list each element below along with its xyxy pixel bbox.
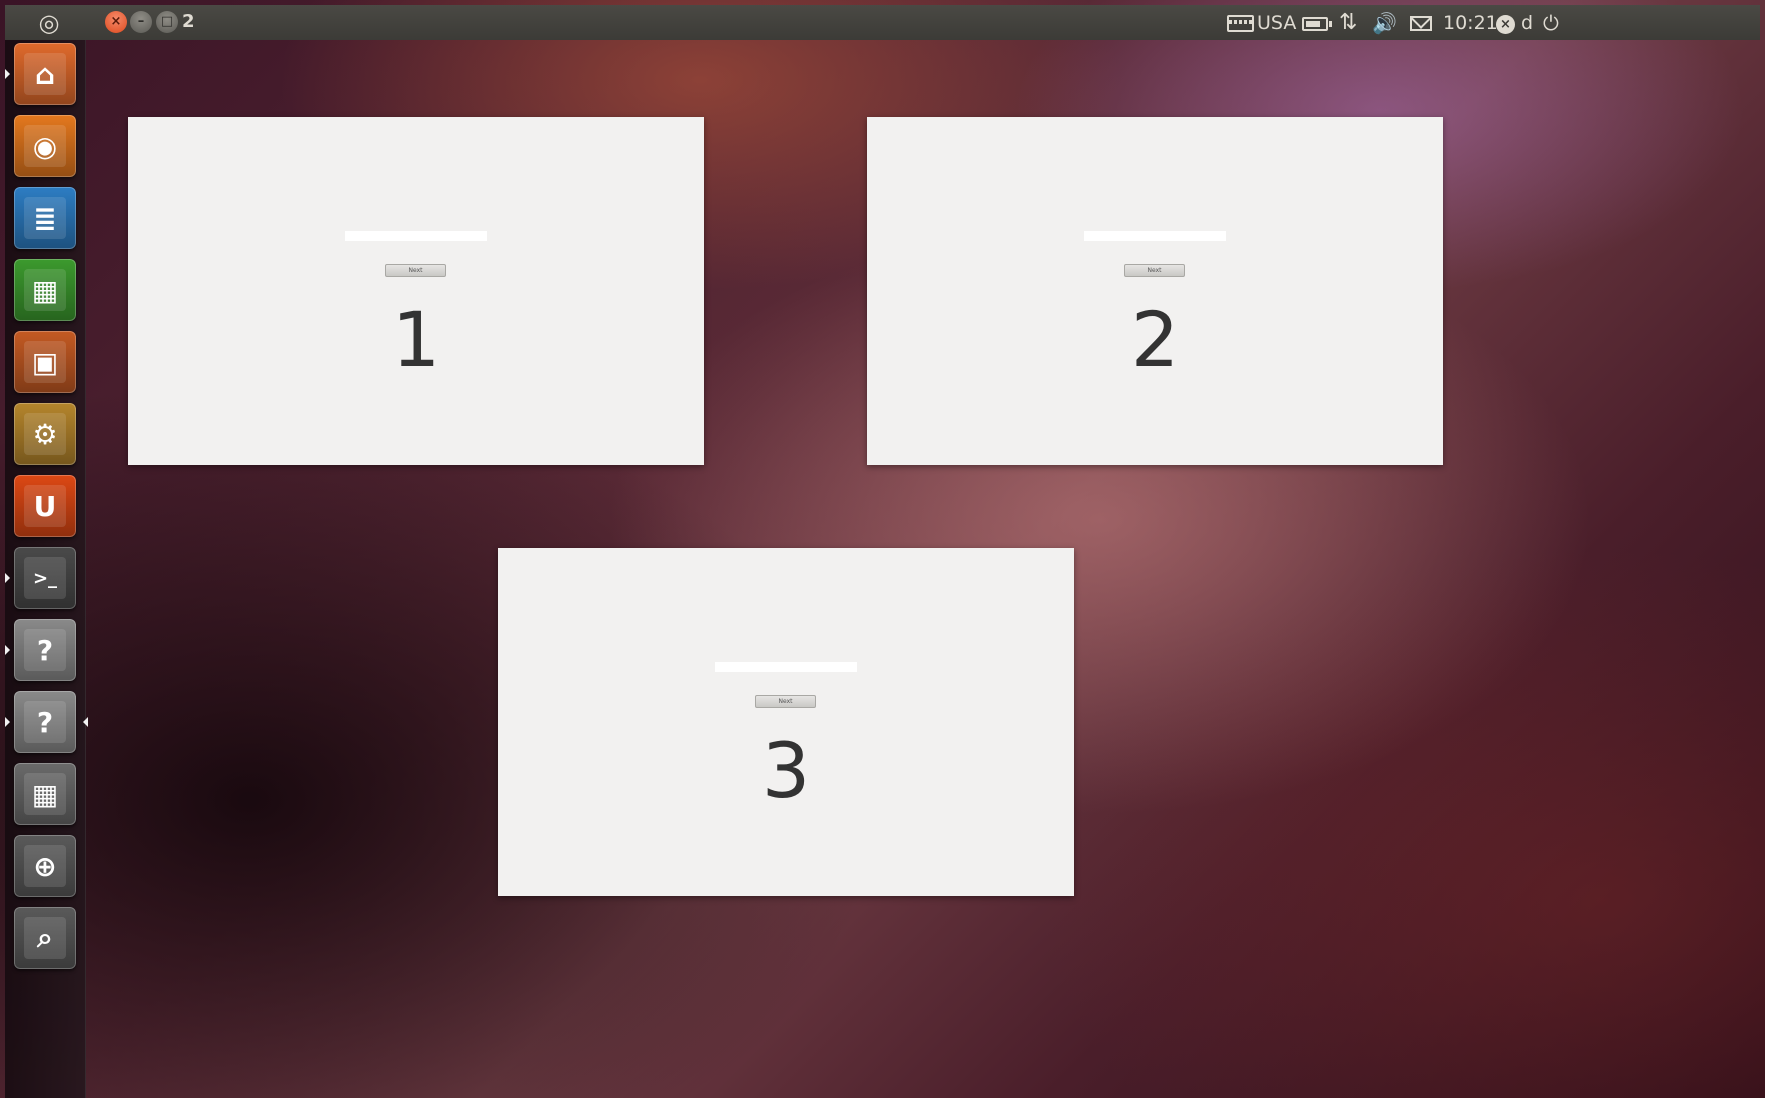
window-minimize-button[interactable]: – bbox=[130, 11, 152, 33]
launcher-item-software-center[interactable]: ⚙ bbox=[14, 403, 76, 465]
user-status-icon[interactable]: × bbox=[1496, 15, 1515, 34]
window-titlebar-placeholder bbox=[715, 662, 857, 672]
next-button[interactable]: Next bbox=[1124, 264, 1185, 277]
workspace-2[interactable]: Next 2 bbox=[867, 117, 1443, 465]
calc-icon: ▦ bbox=[24, 269, 66, 311]
launcher: ⌂ ◉ ≣ ▦ ▣ ⚙ U >_?? ▦ ⊕ ⌕ bbox=[5, 40, 88, 1098]
software-center-icon: ⚙ bbox=[24, 413, 66, 455]
workspace-number: 1 bbox=[391, 295, 441, 384]
running-indicator bbox=[5, 717, 10, 727]
launcher-item-zoom-in[interactable]: ⊕ bbox=[14, 835, 76, 897]
launcher-item-firefox[interactable]: ◉ bbox=[14, 115, 76, 177]
active-indicator bbox=[83, 717, 88, 727]
running-indicator bbox=[5, 69, 10, 79]
launcher-item-unknown-app-1[interactable]: ? bbox=[5, 619, 76, 681]
desktop[interactable]: ◎ × – □ 2 USA ⇅ 🔊 10:21 × d ⏻ ⌂ ◉ ≣ ▦ ▣ ⚙ U >_?… bbox=[0, 0, 1765, 1098]
workspace-switcher-icon: ▦ bbox=[24, 773, 66, 815]
launcher-item-ubuntu-one[interactable]: U bbox=[14, 475, 76, 537]
running-indicator bbox=[5, 573, 10, 583]
launcher-item-libreoffice-calc[interactable]: ▦ bbox=[14, 259, 76, 321]
launcher-item-home-folder[interactable]: ⌂ bbox=[5, 43, 76, 105]
launcher-item-libreoffice-writer[interactable]: ≣ bbox=[14, 187, 76, 249]
impress-icon: ▣ bbox=[24, 341, 66, 383]
launcher-item-terminal[interactable]: >_ bbox=[5, 547, 76, 609]
writer-icon: ≣ bbox=[24, 197, 66, 239]
firefox-icon: ◉ bbox=[24, 125, 66, 167]
workspace-number: 3 bbox=[761, 726, 811, 815]
workspace-3[interactable]: Next 3 bbox=[498, 548, 1074, 896]
top-panel: ◎ × – □ 2 USA ⇅ 🔊 10:21 × d ⏻ bbox=[5, 5, 1760, 40]
next-button[interactable]: Next bbox=[385, 264, 446, 277]
zoom-in-icon: ⊕ bbox=[24, 845, 66, 887]
launcher-item-unknown-app-2[interactable]: ? bbox=[5, 691, 88, 753]
speaker-icon[interactable]: 🔊 bbox=[1372, 11, 1397, 35]
launcher-item-workspace-switcher[interactable]: ▦ bbox=[14, 763, 76, 825]
keyboard-icon[interactable] bbox=[1227, 15, 1254, 32]
question-icon: ? bbox=[24, 629, 66, 671]
battery-level bbox=[1306, 21, 1320, 27]
window-titlebar-placeholder bbox=[345, 231, 487, 241]
workspace-1[interactable]: Next 1 bbox=[128, 117, 704, 465]
running-indicator bbox=[5, 645, 10, 655]
terminal-icon: >_ bbox=[24, 557, 66, 599]
user-name[interactable]: d bbox=[1521, 11, 1533, 35]
next-button[interactable]: Next bbox=[755, 695, 816, 708]
window-titlebar-placeholder bbox=[1084, 231, 1226, 241]
folder-home-icon: ⌂ bbox=[24, 53, 66, 95]
keyboard-layout-indicator[interactable]: USA bbox=[1257, 11, 1296, 35]
battery-icon[interactable] bbox=[1302, 17, 1332, 31]
question-icon: ? bbox=[24, 701, 66, 743]
mail-icon[interactable] bbox=[1410, 16, 1432, 31]
dash-home-icon[interactable]: ◎ bbox=[35, 9, 63, 37]
ubuntu-one-icon: U bbox=[24, 485, 66, 527]
magnifier-icon: ⌕ bbox=[24, 917, 66, 959]
window-maximize-button[interactable]: □ bbox=[156, 11, 178, 33]
window-title: 2 bbox=[182, 11, 195, 32]
launcher-item-libreoffice-impress[interactable]: ▣ bbox=[14, 331, 76, 393]
launcher-item-zoom-lens[interactable]: ⌕ bbox=[14, 907, 76, 969]
window-close-button[interactable]: × bbox=[105, 11, 127, 33]
power-icon[interactable]: ⏻ bbox=[1543, 11, 1559, 35]
clock[interactable]: 10:21 bbox=[1443, 11, 1498, 35]
workspace-number: 2 bbox=[1130, 295, 1180, 384]
network-updown-icon[interactable]: ⇅ bbox=[1339, 11, 1357, 35]
